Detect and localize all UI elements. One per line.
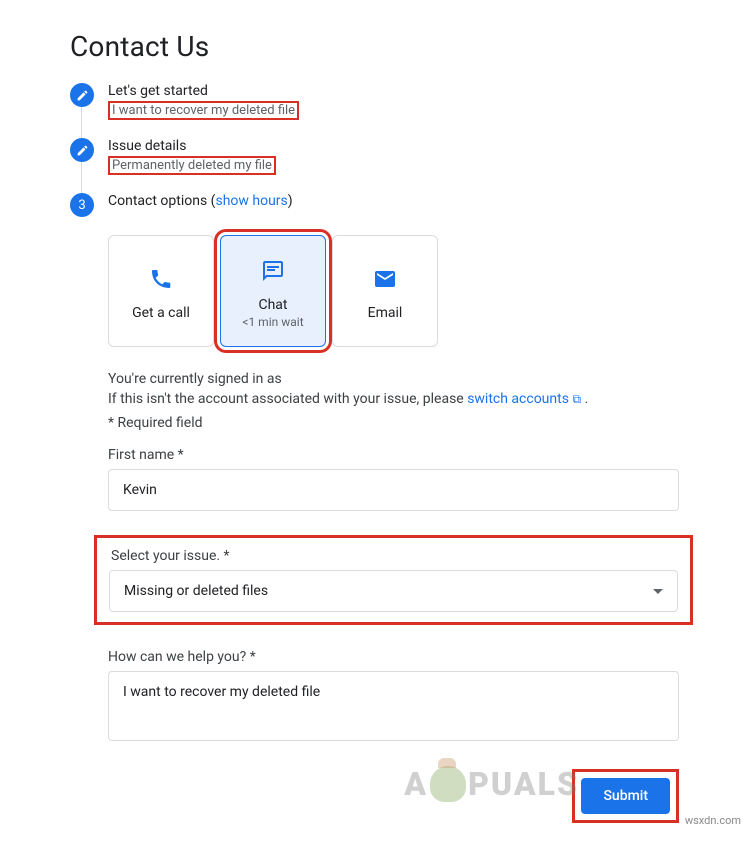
- email-icon: [373, 267, 397, 291]
- step-3-title: Contact options: [108, 193, 207, 209]
- switch-accounts-link[interactable]: switch accounts: [467, 391, 569, 407]
- contact-card-email[interactable]: Email: [332, 235, 438, 347]
- phone-icon: [149, 267, 173, 291]
- edit-icon: [70, 83, 94, 107]
- card-email-label: Email: [368, 305, 403, 321]
- site-credit: wsxdn.com: [685, 814, 741, 827]
- stepper: Let's get started I want to recover my d…: [70, 83, 679, 217]
- step-1[interactable]: Let's get started I want to recover my d…: [70, 83, 679, 120]
- step-3: 3 Contact options (show hours): [70, 193, 679, 217]
- first-name-label: First name *: [108, 447, 679, 463]
- required-note: * Required field: [108, 415, 679, 431]
- issue-select[interactable]: Missing or deleted files: [109, 570, 678, 612]
- external-link-icon: ⧉: [572, 392, 581, 406]
- card-chat-sub: <1 min wait: [242, 315, 303, 329]
- card-chat-label: Chat: [258, 297, 287, 313]
- first-name-field: First name *: [108, 447, 679, 511]
- chat-icon: [261, 259, 285, 283]
- step-number-3: 3: [70, 193, 94, 217]
- edit-icon: [70, 138, 94, 162]
- help-field: How can we help you? * I want to recover…: [108, 649, 679, 745]
- step-2-title: Issue details: [108, 138, 276, 154]
- submit-highlight-box: Submit: [572, 769, 679, 823]
- chevron-down-icon: [653, 589, 663, 594]
- submit-button[interactable]: Submit: [581, 778, 670, 814]
- card-call-label: Get a call: [132, 305, 190, 321]
- issue-highlight-box: Select your issue. * Missing or deleted …: [94, 535, 693, 625]
- paren-close: ): [288, 193, 293, 209]
- issue-label: Select your issue. *: [109, 548, 678, 564]
- step-2[interactable]: Issue details Permanently deleted my fil…: [70, 138, 679, 175]
- step-1-sub: I want to recover my deleted file: [108, 101, 299, 120]
- page-title: Contact Us: [70, 30, 679, 63]
- show-hours-link[interactable]: show hours: [215, 193, 287, 209]
- contact-card-call[interactable]: Get a call: [108, 235, 214, 347]
- contact-options: Get a call Chat <1 min wait Email: [108, 235, 679, 347]
- issue-value: Missing or deleted files: [124, 583, 268, 599]
- signed-in-text: You're currently signed in as: [108, 371, 679, 387]
- step-1-title: Let's get started: [108, 83, 299, 99]
- help-textarea[interactable]: I want to recover my deleted file: [108, 671, 679, 741]
- not-account-text: If this isn't the account associated wit…: [108, 391, 467, 407]
- form-section: You're currently signed in as If this is…: [108, 371, 679, 823]
- help-label: How can we help you? *: [108, 649, 679, 665]
- first-name-input[interactable]: [108, 469, 679, 511]
- contact-card-chat[interactable]: Chat <1 min wait: [220, 235, 326, 347]
- step-2-sub: Permanently deleted my file: [108, 156, 276, 175]
